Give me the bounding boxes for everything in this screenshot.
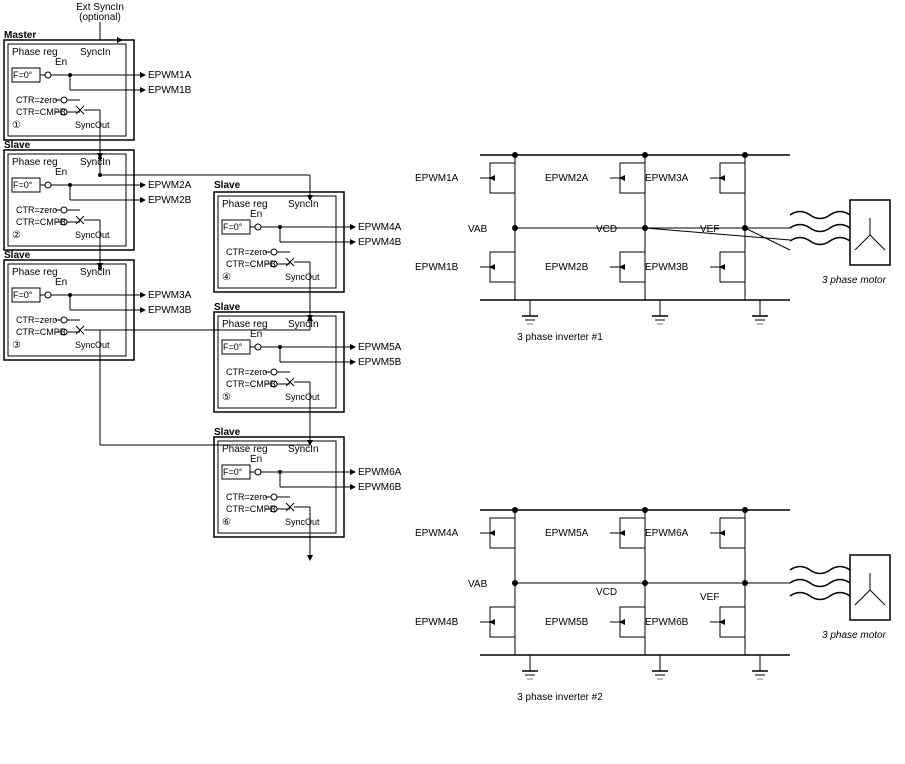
- slave6-syncout: SyncOut: [285, 517, 320, 527]
- slave1-ctr-zero: CTR=zero: [16, 205, 57, 215]
- slave5-syncout: SyncOut: [285, 392, 320, 402]
- slave6-syncin: SyncIn: [288, 444, 319, 455]
- slave2-number: ③: [12, 340, 21, 351]
- master-epwm1b: EPWM1B: [148, 85, 192, 96]
- slave4-en: En: [250, 209, 262, 220]
- inv2-epwm6a-label: EPWM6A: [645, 528, 689, 539]
- slave1-f-label: F=0°: [13, 180, 33, 190]
- inv1-vcd: VCD: [596, 224, 617, 235]
- inv1-epwm3b-label: EPWM3B: [645, 262, 689, 273]
- slave1-number: ②: [12, 230, 21, 241]
- inv2-epwm4b-label: EPWM4B: [415, 617, 459, 628]
- slave2-epwm3b: EPWM3B: [148, 305, 192, 316]
- master-phase-reg: Phase reg: [12, 47, 58, 58]
- inv1-label: 3 phase inverter #1: [517, 332, 603, 343]
- master-syncin: SyncIn: [80, 47, 111, 58]
- slave6-epwm6a: EPWM6A: [358, 467, 402, 478]
- slave1-en: En: [55, 167, 67, 178]
- inv2-vab: VAB: [468, 579, 488, 590]
- inv1-epwm2a-label: EPWM2A: [545, 173, 589, 184]
- slave4-syncout: SyncOut: [285, 272, 320, 282]
- slave1-phase-reg: Phase reg: [12, 157, 58, 168]
- slave6-epwm6b: EPWM6B: [358, 482, 402, 493]
- master-number: ①: [12, 120, 21, 131]
- slave4-epwm4a: EPWM4A: [358, 222, 402, 233]
- slave4-f-label: F=0°: [223, 222, 243, 232]
- inv2-vcd: VCD: [596, 587, 617, 598]
- diagram-container: Ext SyncIn (optional) Master Phase reg S…: [0, 0, 905, 764]
- slave2-syncin: SyncIn: [80, 267, 111, 278]
- slave5-en: En: [250, 329, 262, 340]
- slave4-epwm4b: EPWM4B: [358, 237, 402, 248]
- inv2-epwm5a-label: EPWM5A: [545, 528, 589, 539]
- slave1-epwm2a: EPWM2A: [148, 180, 192, 191]
- inv1-epwm1a-label: EPWM1A: [415, 173, 459, 184]
- slave6-number: ⑥: [222, 517, 231, 528]
- master-f-label: F=0°: [13, 70, 33, 80]
- inv2-epwm5b-label: EPWM5B: [545, 617, 589, 628]
- slave1-syncout: SyncOut: [75, 230, 110, 240]
- slave1-epwm2b: EPWM2B: [148, 195, 192, 206]
- slave6-f-label: F=0°: [223, 467, 243, 477]
- ext-syncin-optional: (optional): [79, 12, 121, 23]
- master-ctr-zero: CTR=zero: [16, 95, 57, 105]
- inv1-vab: VAB: [468, 224, 488, 235]
- inv1-motor-label: 3 phase motor: [822, 275, 887, 286]
- slave5-ctr-zero: CTR=zero: [226, 367, 267, 377]
- slave5-f-label: F=0°: [223, 342, 243, 352]
- slave5-number: ⑤: [222, 392, 231, 403]
- slave1-syncin: SyncIn: [80, 157, 111, 168]
- slave5-epwm5a: EPWM5A: [358, 342, 402, 353]
- slave2-syncout: SyncOut: [75, 340, 110, 350]
- slave4-syncin: SyncIn: [288, 199, 319, 210]
- inv1-epwm3a-label: EPWM3A: [645, 173, 689, 184]
- master-en: En: [55, 57, 67, 68]
- slave2-phase-reg: Phase reg: [12, 267, 58, 278]
- inv1-epwm2b-label: EPWM2B: [545, 262, 589, 273]
- slave5-epwm5b: EPWM5B: [358, 357, 402, 368]
- slave2-ctr-zero: CTR=zero: [16, 315, 57, 325]
- master-epwm1a: EPWM1A: [148, 70, 192, 81]
- slave5-syncin: SyncIn: [288, 319, 319, 330]
- slave2-epwm3a: EPWM3A: [148, 290, 192, 301]
- inv1-epwm1b-label: EPWM1B: [415, 262, 459, 273]
- inv2-epwm6b-label: EPWM6B: [645, 617, 689, 628]
- inv2-vef: VEF: [700, 592, 719, 603]
- inv2-label: 3 phase inverter #2: [517, 692, 603, 703]
- inv2-motor-label: 3 phase motor: [822, 630, 887, 641]
- slave2-en: En: [55, 277, 67, 288]
- master-syncout: SyncOut: [75, 120, 110, 130]
- slave2-f-label: F=0°: [13, 290, 33, 300]
- slave4-label: Slave: [214, 180, 241, 191]
- slave6-ctr-zero: CTR=zero: [226, 492, 267, 502]
- slave4-ctr-zero: CTR=zero: [226, 247, 267, 257]
- inv2-epwm4a-label: EPWM4A: [415, 528, 459, 539]
- slave4-number: ④: [222, 272, 231, 283]
- slave6-en: En: [250, 454, 262, 465]
